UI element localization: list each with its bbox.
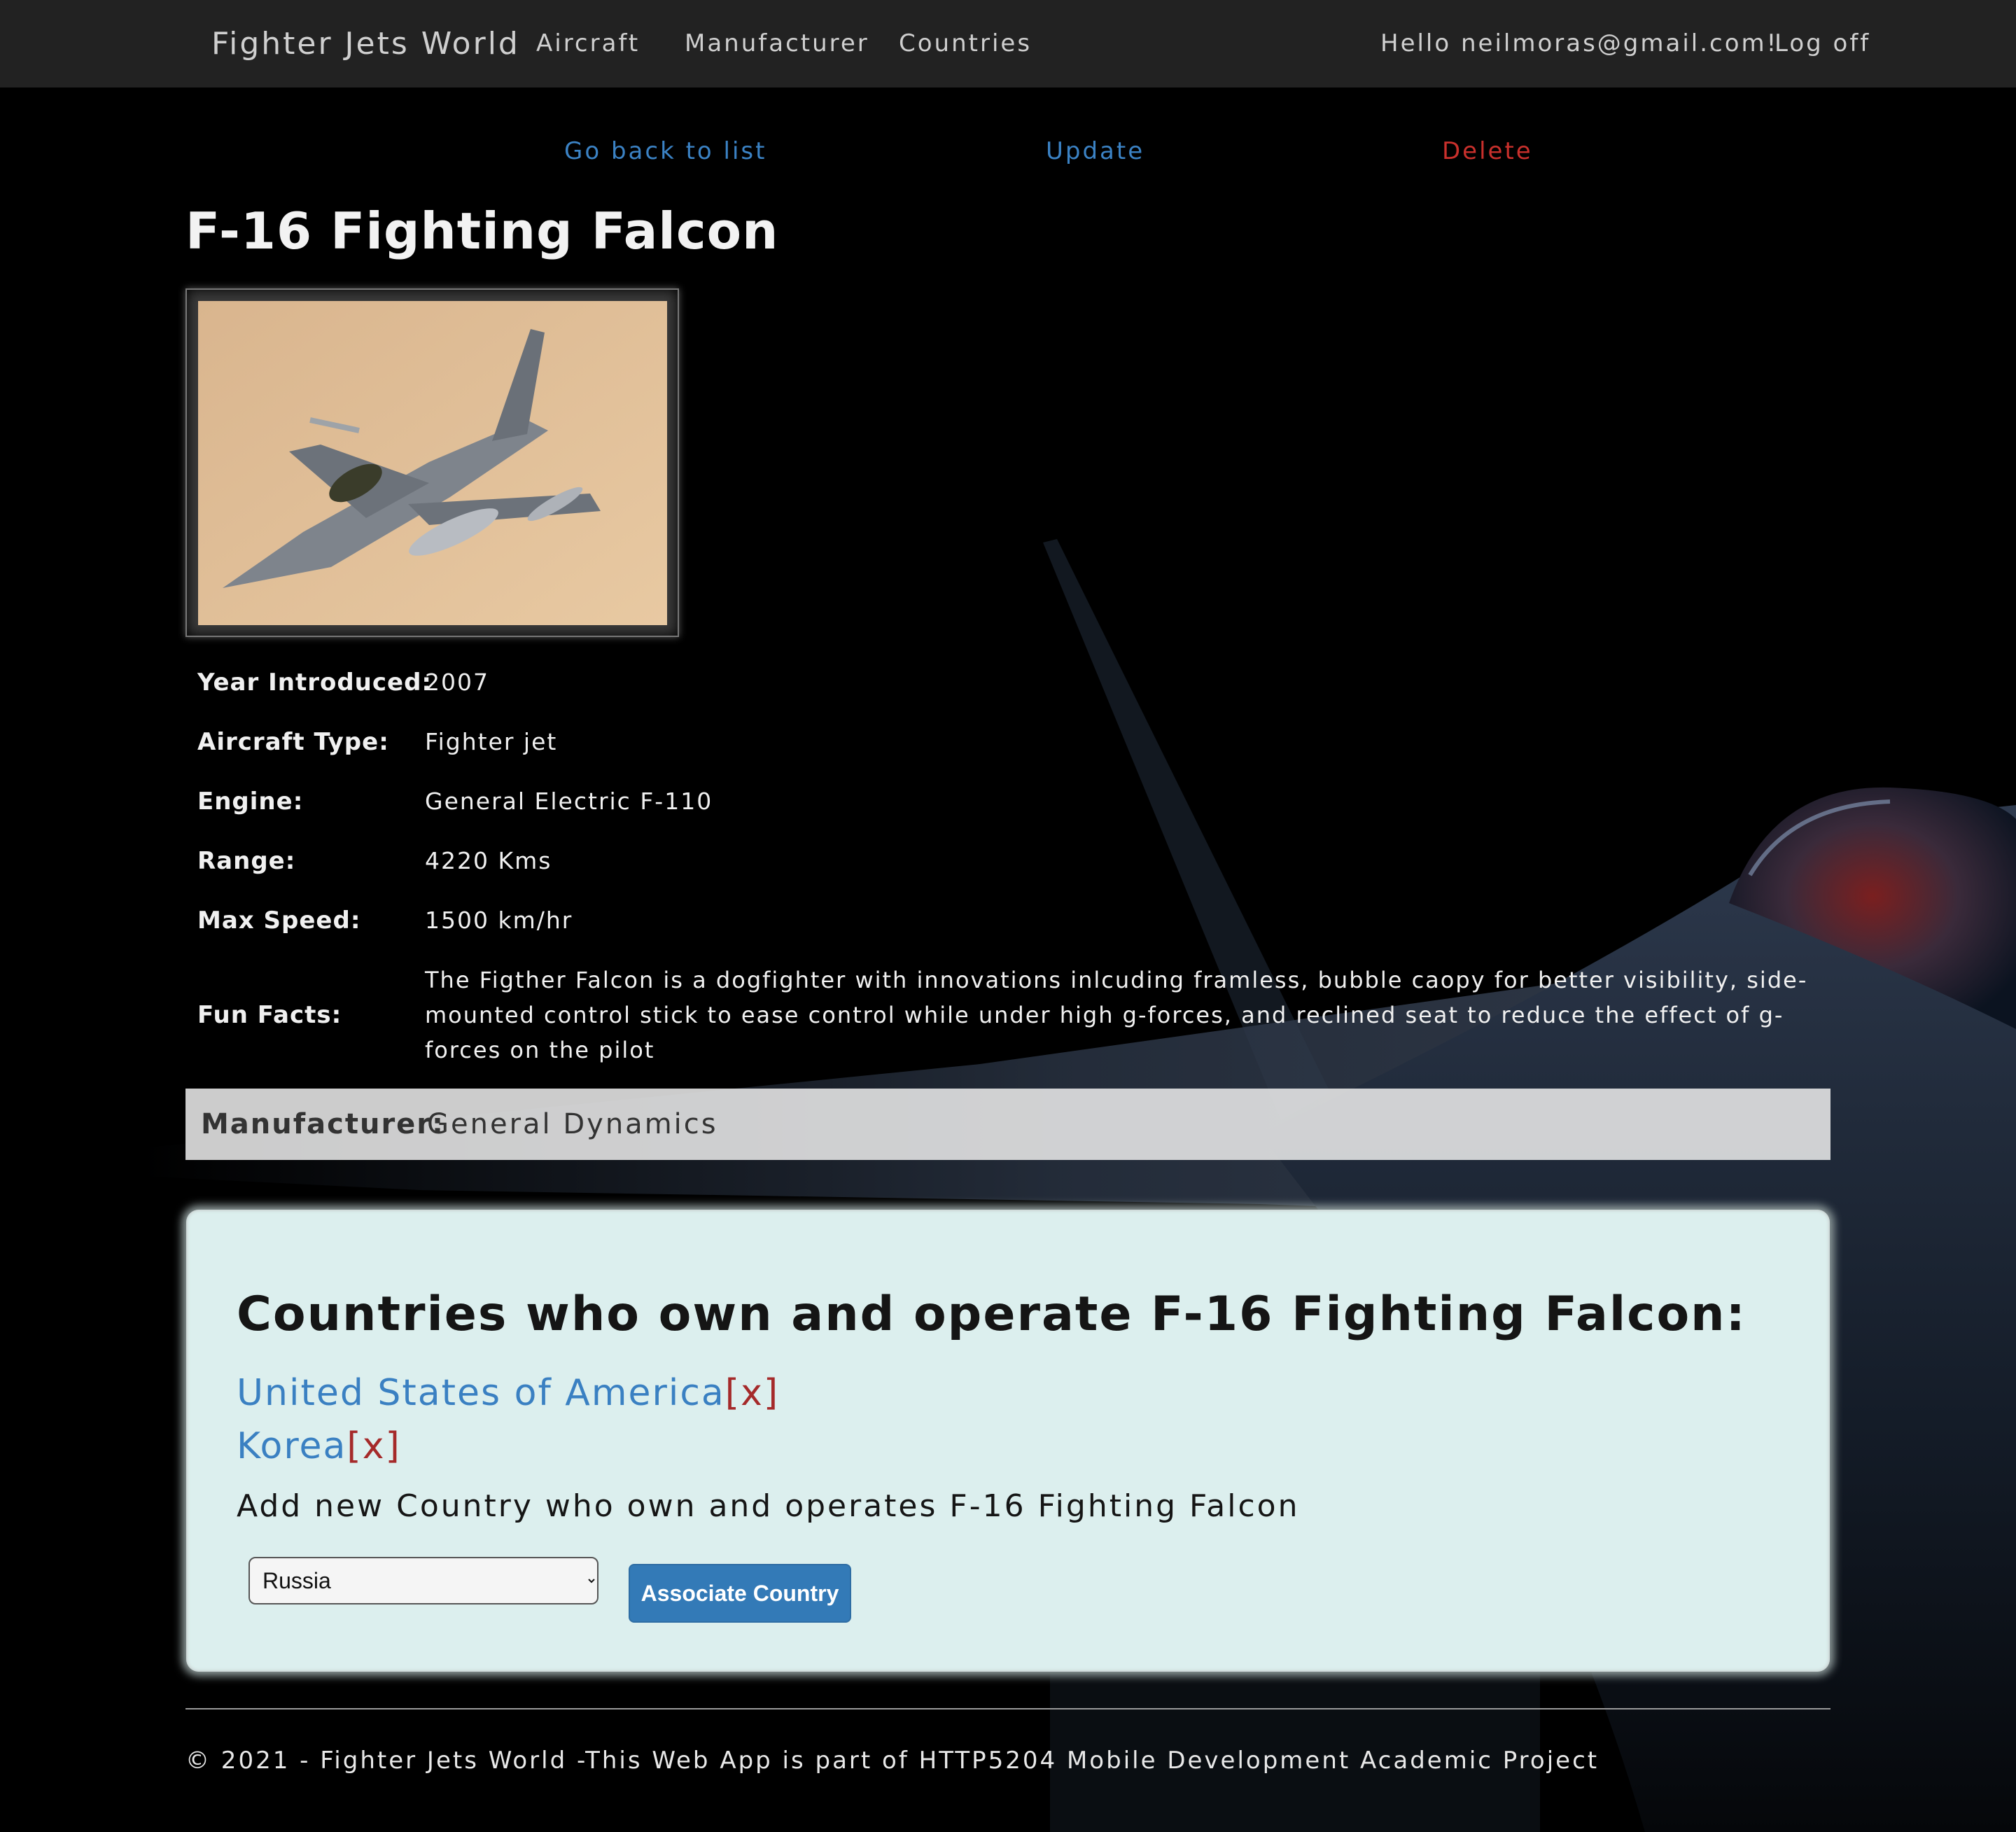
country-item: United States of America[x] bbox=[237, 1372, 779, 1414]
delete-link[interactable]: Delete bbox=[1442, 137, 1533, 165]
detail-label: Year Introduced: bbox=[197, 669, 433, 697]
detail-value: 2007 bbox=[425, 669, 489, 696]
user-greeting-link[interactable]: Hello neilmoras@gmail.com! bbox=[1380, 0, 1778, 88]
aircraft-photo bbox=[186, 288, 679, 637]
detail-value: Fighter jet bbox=[425, 728, 558, 755]
countries-panel-title: Countries who own and operate F-16 Fight… bbox=[237, 1287, 1746, 1342]
page-title: F-16 Fighting Falcon bbox=[186, 202, 779, 260]
detail-label: Engine: bbox=[197, 788, 304, 816]
detail-label: Aircraft Type: bbox=[197, 728, 389, 756]
top-navbar: Fighter Jets World Aircraft Manufacturer… bbox=[0, 0, 2016, 88]
go-back-link[interactable]: Go back to list bbox=[564, 137, 766, 165]
remove-country-link[interactable]: [x] bbox=[725, 1372, 779, 1414]
brand-link[interactable]: Fighter Jets World bbox=[211, 0, 520, 88]
add-country-label: Add new Country who own and operates F-1… bbox=[237, 1488, 1300, 1524]
nav-aircraft-link[interactable]: Aircraft bbox=[536, 0, 640, 88]
manufacturer-value: General Dynamics bbox=[427, 1108, 718, 1140]
remove-country-link[interactable]: [x] bbox=[346, 1425, 400, 1467]
funfacts-value: The Figther Falcon is a dogfighter with … bbox=[425, 967, 1808, 1063]
countries-panel: Countries who own and operate F-16 Fight… bbox=[186, 1210, 1830, 1672]
manufacturer-bar: Manufacturer: General Dynamics bbox=[186, 1089, 1830, 1160]
f16-jet-image bbox=[198, 301, 667, 625]
detail-label: Range: bbox=[197, 847, 296, 875]
nav-countries-link[interactable]: Countries bbox=[899, 0, 1032, 88]
country-item: Korea[x] bbox=[237, 1425, 401, 1467]
detail-label: Max Speed: bbox=[197, 907, 361, 935]
nav-manufacturer-link[interactable]: Manufacturer bbox=[685, 0, 869, 88]
detail-label: Fun Facts: bbox=[197, 1001, 342, 1029]
country-select[interactable]: Russia bbox=[248, 1557, 598, 1604]
associate-country-button[interactable]: Associate Country bbox=[629, 1564, 851, 1623]
manufacturer-label: Manufacturer: bbox=[201, 1108, 445, 1140]
update-link[interactable]: Update bbox=[1046, 137, 1144, 165]
detail-value: General Electric F-110 bbox=[425, 788, 713, 815]
country-link[interactable]: United States of America bbox=[237, 1372, 725, 1414]
footer-divider bbox=[186, 1708, 1830, 1709]
country-link[interactable]: Korea bbox=[237, 1425, 346, 1467]
footer-text: © 2021 - Fighter Jets World -This Web Ap… bbox=[186, 1747, 1600, 1775]
detail-value: 1500 km/hr bbox=[425, 907, 573, 934]
logoff-link[interactable]: Log off bbox=[1774, 0, 1870, 88]
detail-value: 4220 Kms bbox=[425, 847, 552, 874]
